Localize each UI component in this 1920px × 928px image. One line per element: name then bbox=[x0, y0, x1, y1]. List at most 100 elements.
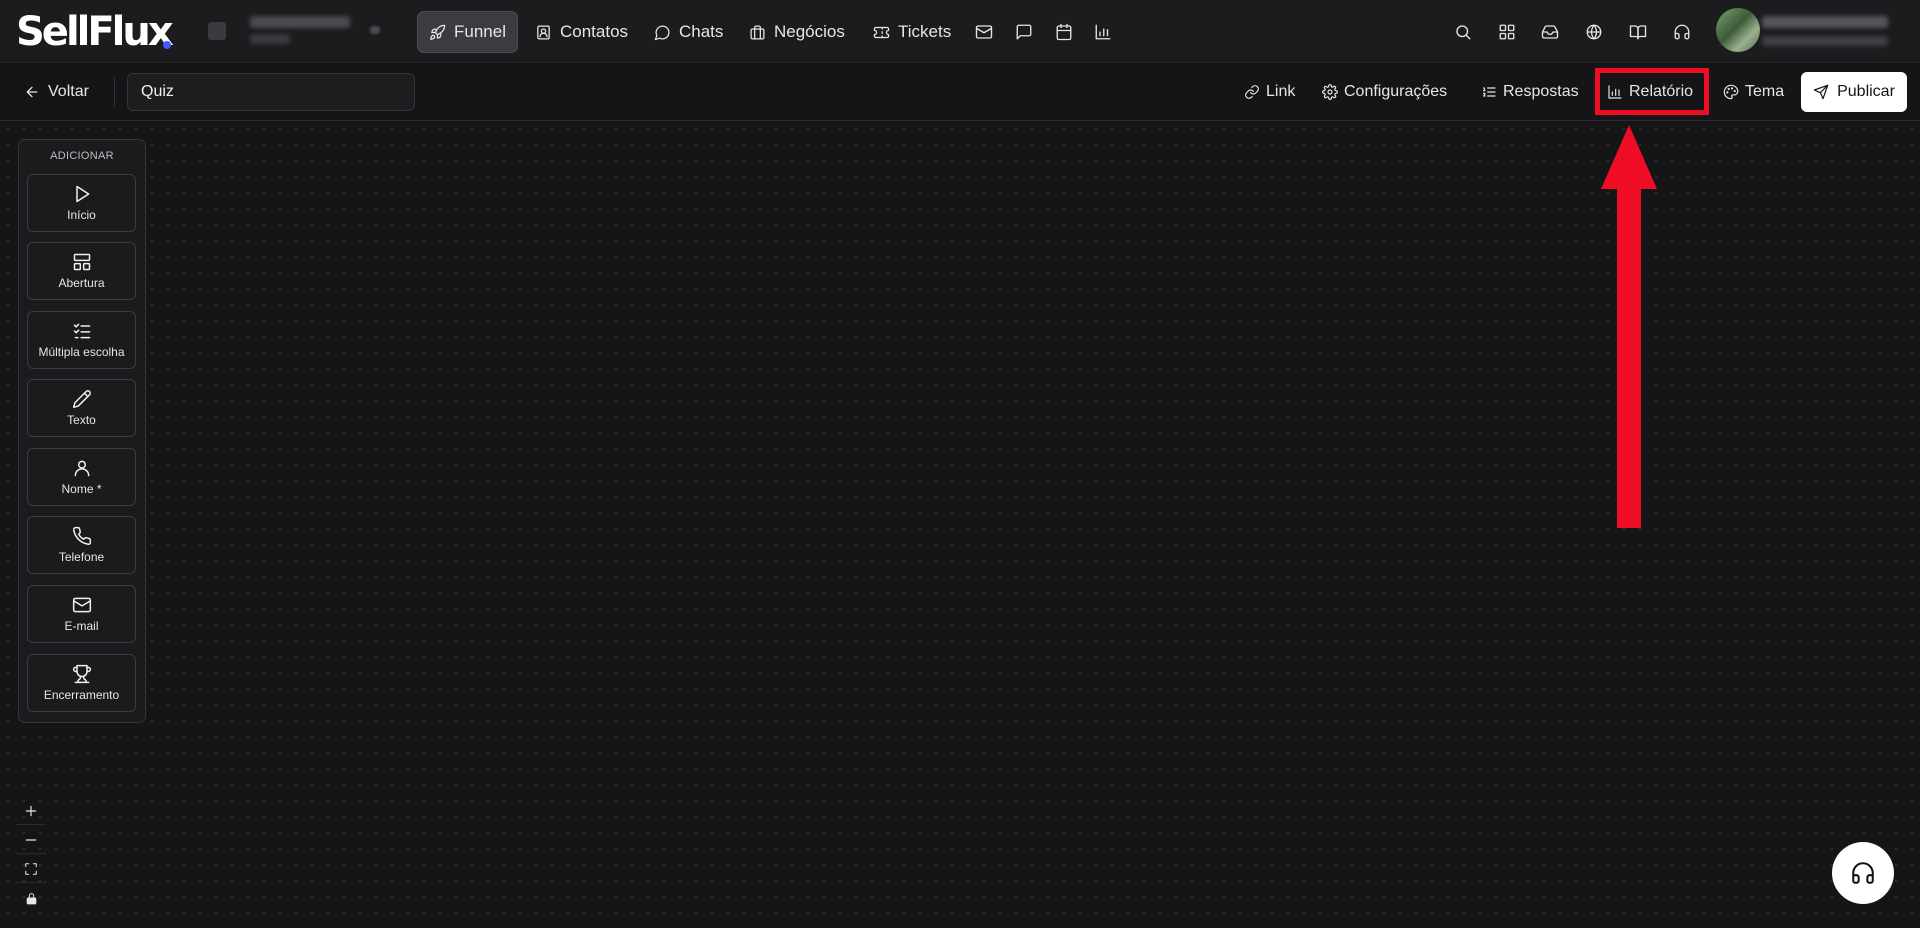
ticket-icon bbox=[873, 26, 890, 38]
toolbar-divider bbox=[114, 78, 115, 106]
nav-funnel-label: Funnel bbox=[454, 22, 506, 41]
app-logo[interactable]: SellFlux bbox=[16, 10, 174, 54]
fit-screen-icon bbox=[25, 862, 37, 875]
nav-mail-button[interactable] bbox=[972, 20, 996, 44]
block-multipla-escolha[interactable]: Múltipla escolha bbox=[27, 311, 136, 369]
nav-funnel[interactable]: Funnel bbox=[417, 11, 518, 53]
plus-icon bbox=[25, 805, 37, 816]
top-navbar: SellFlux Funnel Contatos Chats Negócios … bbox=[0, 0, 1920, 63]
block-nome[interactable]: Nome * bbox=[27, 448, 136, 506]
nav-messages-button[interactable] bbox=[1012, 20, 1036, 44]
answers-label: Respostas bbox=[1503, 83, 1579, 100]
nav-contatos-label: Contatos bbox=[560, 22, 629, 41]
contact-icon bbox=[537, 24, 550, 40]
nav-contatos[interactable]: Contatos bbox=[524, 11, 639, 53]
logo-dot bbox=[163, 41, 171, 49]
language-button[interactable] bbox=[1582, 20, 1606, 44]
grid-icon bbox=[1499, 24, 1515, 40]
lock-icon bbox=[26, 892, 36, 904]
block-label: Telefone bbox=[58, 550, 105, 564]
nav-tickets-label: Tickets bbox=[898, 22, 952, 41]
block-label: Início bbox=[67, 208, 96, 222]
settings-label: Configurações bbox=[1344, 83, 1448, 100]
block-label: Múltipla escolha bbox=[38, 345, 125, 359]
workspace-avatar-blur bbox=[208, 22, 226, 40]
checklist-icon bbox=[73, 323, 90, 339]
pencil-icon bbox=[72, 390, 91, 409]
pointer-arrow bbox=[1601, 125, 1657, 528]
palette-icon bbox=[1723, 84, 1739, 100]
user-menu-blur[interactable] bbox=[1762, 14, 1892, 50]
inbox-button[interactable] bbox=[1538, 20, 1562, 44]
nav-tickets[interactable]: Tickets bbox=[862, 11, 962, 53]
phone-icon bbox=[72, 526, 91, 545]
block-label: Encerramento bbox=[43, 688, 120, 702]
workspace-caret-blur bbox=[370, 26, 380, 34]
minus-icon bbox=[25, 838, 37, 841]
workspace-name-blur bbox=[250, 16, 350, 28]
back-button-label: Voltar bbox=[48, 83, 89, 100]
play-icon bbox=[75, 185, 89, 203]
rocket-icon bbox=[430, 24, 446, 40]
bar-chart-icon bbox=[1095, 24, 1111, 40]
nav-reports-button[interactable] bbox=[1091, 20, 1115, 44]
workspace-sub-blur bbox=[250, 34, 290, 44]
user-email-blur bbox=[1762, 36, 1888, 46]
mail-icon bbox=[72, 597, 91, 613]
nav-negocios-label: Negócios bbox=[774, 22, 845, 41]
block-inicio[interactable]: Início bbox=[27, 174, 136, 232]
user-icon bbox=[74, 460, 89, 477]
block-texto[interactable]: Texto bbox=[27, 379, 136, 437]
block-telefone[interactable]: Telefone bbox=[27, 516, 136, 574]
answers-button[interactable]: Respostas bbox=[1481, 77, 1579, 107]
report-highlight-box bbox=[1595, 68, 1709, 115]
lock-button[interactable] bbox=[16, 884, 46, 912]
list-ordered-icon bbox=[1483, 87, 1496, 97]
publish-button[interactable]: Publicar bbox=[1801, 72, 1907, 112]
settings-button[interactable]: Configurações bbox=[1322, 77, 1447, 107]
arrow-left-icon bbox=[26, 86, 38, 98]
floating-support-button[interactable] bbox=[1832, 842, 1894, 904]
gear-icon bbox=[1322, 84, 1338, 100]
globe-icon bbox=[1586, 24, 1602, 40]
link-label: Link bbox=[1266, 83, 1296, 100]
mail-icon bbox=[975, 25, 993, 39]
zoom-out-button[interactable] bbox=[16, 826, 46, 854]
nav-calendar-button[interactable] bbox=[1052, 20, 1076, 44]
send-icon bbox=[1813, 84, 1829, 100]
search-button[interactable] bbox=[1451, 20, 1475, 44]
search-icon bbox=[1456, 25, 1471, 40]
headset-icon bbox=[1852, 862, 1874, 884]
link-button[interactable]: Link bbox=[1244, 77, 1295, 107]
headset-icon bbox=[1674, 24, 1690, 40]
block-email[interactable]: E-mail bbox=[27, 585, 136, 643]
zoom-controls bbox=[16, 797, 46, 912]
fit-view-button[interactable] bbox=[16, 855, 46, 883]
block-abertura[interactable]: Abertura bbox=[27, 242, 136, 300]
link-icon bbox=[1245, 85, 1259, 99]
calendar-icon bbox=[1056, 23, 1072, 41]
inbox-icon bbox=[1541, 25, 1559, 39]
apps-button[interactable] bbox=[1495, 20, 1519, 44]
panel-title: ADICIONAR bbox=[50, 150, 114, 162]
docs-button[interactable] bbox=[1626, 20, 1650, 44]
quiz-title-input[interactable] bbox=[127, 73, 415, 111]
nav-chats[interactable]: Chats bbox=[643, 11, 734, 53]
nav-chats-label: Chats bbox=[679, 22, 724, 41]
back-button[interactable]: Voltar bbox=[24, 79, 89, 105]
briefcase-icon bbox=[750, 24, 765, 40]
message-square-icon bbox=[1016, 24, 1032, 40]
theme-label: Tema bbox=[1745, 83, 1785, 100]
layout-icon bbox=[73, 253, 90, 271]
add-blocks-panel: ADICIONAR Início Abertura Múltipla escol… bbox=[18, 139, 146, 723]
block-label: Abertura bbox=[58, 276, 105, 290]
user-name-blur bbox=[1762, 16, 1888, 28]
nav-negocios[interactable]: Negócios bbox=[738, 11, 856, 53]
theme-button[interactable]: Tema bbox=[1723, 77, 1784, 107]
zoom-in-button[interactable] bbox=[16, 797, 46, 825]
chat-icon bbox=[654, 25, 670, 40]
block-encerramento[interactable]: Encerramento bbox=[27, 654, 136, 712]
workspace-selector[interactable] bbox=[200, 12, 390, 50]
user-avatar[interactable] bbox=[1716, 8, 1760, 52]
support-button[interactable] bbox=[1670, 20, 1694, 44]
